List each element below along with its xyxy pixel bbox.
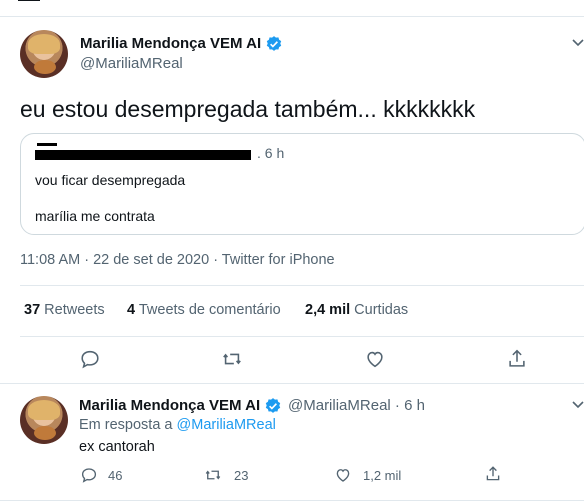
retweets-stat[interactable]: 37 Retweets <box>24 302 105 318</box>
share-icon[interactable] <box>506 348 528 370</box>
share-icon[interactable] <box>484 465 502 483</box>
quoted-text-line2: marília me contrata <box>35 208 155 224</box>
verified-badge-icon <box>266 36 282 51</box>
replying-to: Em resposta a @MariliaMReal <box>79 417 276 433</box>
chevron-down-icon[interactable] <box>570 396 584 412</box>
reply-icon[interactable] <box>79 348 101 370</box>
retweet-count: 23 <box>234 468 249 483</box>
reply-avatar[interactable] <box>20 396 68 444</box>
header-fragment: — <box>18 0 41 12</box>
redacted-name <box>35 150 251 160</box>
retweet-icon[interactable] <box>221 348 243 370</box>
verified-badge-icon <box>265 398 281 413</box>
likes-stat[interactable]: 2,4 mil Curtidas <box>305 302 408 318</box>
stats-divider-top <box>20 285 584 286</box>
heart-icon[interactable] <box>334 466 352 484</box>
redacted-avatar <box>37 143 57 146</box>
tweet-timestamp[interactable]: 11:08 AM · 22 de set de 2020 · Twitter f… <box>20 252 335 268</box>
display-name[interactable]: Marilia Mendonça VEM AI <box>80 35 261 52</box>
retweet-icon[interactable] <box>204 466 222 484</box>
replying-to-link[interactable]: @MariliaMReal <box>177 417 276 433</box>
quoted-text-line1: vou ficar desempregada <box>35 172 186 188</box>
tweet-text: eu estou desempregada também... kkkkkkkk <box>20 96 476 122</box>
reply-count: 46 <box>108 468 123 483</box>
handle[interactable]: @MariliaMReal <box>80 55 183 72</box>
avatar[interactable] <box>20 30 68 78</box>
bottom-divider <box>0 500 584 501</box>
quote-tweets-stat[interactable]: 4 Tweets de comentário <box>127 302 281 318</box>
heart-icon[interactable] <box>364 348 386 370</box>
tweet-divider <box>0 383 584 384</box>
chevron-down-icon[interactable] <box>570 34 584 50</box>
reply-icon[interactable] <box>80 466 98 484</box>
top-divider <box>0 16 584 17</box>
reply-text: ex cantorah <box>79 439 155 455</box>
quoted-tweet[interactable]: . 6 h vou ficar desempregada marília me … <box>20 133 584 235</box>
reply-handle-time[interactable]: @MariliaMReal · 6 h <box>288 397 425 414</box>
stats-divider-bottom <box>20 336 584 337</box>
like-count: 1,2 mil <box>363 468 402 483</box>
page-header-cut: — <box>0 0 584 11</box>
quoted-time: . 6 h <box>257 145 285 161</box>
reply-display-name[interactable]: Marilia Mendonça VEM AI <box>79 397 260 414</box>
